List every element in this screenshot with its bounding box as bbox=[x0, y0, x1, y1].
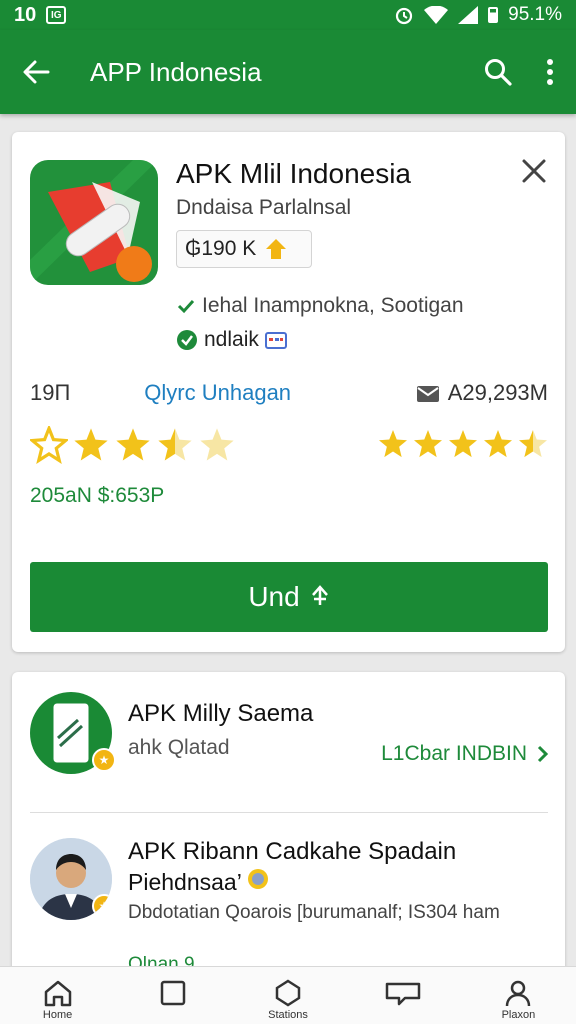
nav-square[interactable] bbox=[115, 967, 230, 1024]
close-icon[interactable] bbox=[521, 158, 547, 184]
notification-icon: IG bbox=[46, 6, 67, 24]
verified-icon bbox=[177, 299, 195, 314]
app-developer[interactable]: Dndaisa Parlalnsal bbox=[176, 196, 351, 220]
related-app-title[interactable]: APK Milly Saema bbox=[128, 700, 313, 728]
chat-icon bbox=[385, 982, 421, 1006]
emoji-icon bbox=[248, 869, 269, 889]
person-icon bbox=[506, 980, 531, 1007]
status-bar: 10 IG 95.1% bbox=[0, 0, 576, 30]
nav-profile[interactable]: Plaxon bbox=[461, 967, 576, 1024]
shield-check-icon bbox=[177, 330, 197, 350]
alarm-icon bbox=[396, 7, 413, 25]
app-detail-card: APK Mlil Indonesia Dndaisa Parlalnsal ₲1… bbox=[12, 132, 565, 652]
app-title: APK Mlil Indonesia bbox=[176, 158, 412, 189]
related-app-title[interactable]: APK Ribann Cadkahe Spadain bbox=[128, 838, 456, 866]
install-label: Und bbox=[248, 581, 300, 612]
chevron-right-icon bbox=[537, 745, 549, 763]
star-icon bbox=[519, 430, 547, 458]
wifi-icon bbox=[424, 6, 449, 24]
related-app-subtitle: ahk Qlatad bbox=[128, 736, 230, 759]
price-chip[interactable]: ₲190 K bbox=[176, 230, 312, 268]
install-button[interactable]: Und bbox=[30, 562, 548, 632]
star-icon bbox=[74, 428, 108, 461]
signal-icon bbox=[458, 6, 479, 24]
rating-stars-secondary bbox=[377, 428, 549, 460]
page-title: APP Indonesia bbox=[90, 56, 262, 87]
star-icon bbox=[30, 426, 68, 464]
star-icon bbox=[449, 430, 477, 458]
bottom-navigation: Home Stations Plaxon bbox=[0, 966, 576, 1024]
nav-chat[interactable] bbox=[346, 967, 461, 1024]
divider bbox=[30, 812, 548, 813]
related-app-link[interactable]: L1Cbar INDBIN bbox=[381, 742, 549, 766]
related-apps-card: ★ APK Milly Saema ahk Qlatad L1Cbar INDB… bbox=[12, 672, 565, 982]
home-icon bbox=[44, 980, 71, 1007]
star-icon bbox=[414, 430, 442, 458]
app-size: A29,293M bbox=[416, 380, 548, 406]
calendar-icon bbox=[264, 332, 287, 349]
download-icon bbox=[311, 585, 328, 605]
related-app-icon[interactable]: ★ bbox=[30, 692, 116, 774]
category-link[interactable]: Qlyrc Unhagan bbox=[144, 380, 291, 406]
star-icon bbox=[200, 428, 234, 461]
review-count: 205aN $:653P bbox=[30, 484, 165, 507]
mail-icon bbox=[416, 386, 439, 402]
more-vert-icon[interactable] bbox=[546, 59, 554, 85]
price-value: ₲190 K bbox=[185, 237, 257, 260]
search-icon[interactable] bbox=[484, 58, 512, 86]
star-badge-icon: ★ bbox=[92, 748, 116, 772]
back-arrow-icon[interactable] bbox=[22, 59, 50, 85]
related-app-subtitle: Piehdnsaa’ bbox=[128, 868, 269, 896]
feature-badge: ndlaik bbox=[176, 328, 287, 352]
app-logo-icon bbox=[30, 160, 158, 285]
feature-line: Iehal Inampnokna, Sootigan bbox=[176, 294, 464, 318]
square-icon bbox=[160, 980, 186, 1006]
nav-stations[interactable]: Stations bbox=[230, 967, 345, 1024]
star-icon bbox=[116, 428, 150, 461]
battery-percent: 95.1% bbox=[508, 4, 562, 25]
nav-home[interactable]: Home bbox=[0, 967, 115, 1024]
upgrade-icon bbox=[266, 239, 287, 259]
download-count: 19П bbox=[30, 380, 71, 405]
star-badge-icon: ★ bbox=[92, 894, 112, 918]
star-icon bbox=[158, 428, 192, 461]
battery-icon bbox=[488, 7, 499, 23]
developer-avatar[interactable]: ★ bbox=[30, 838, 112, 920]
rating-stars bbox=[30, 426, 236, 464]
star-icon bbox=[379, 430, 407, 458]
status-time: 10 bbox=[14, 3, 37, 26]
related-app-description: Dbdotatian Qoarois [burumanalf; IS304 ha… bbox=[128, 902, 500, 923]
app-bar: APP Indonesia bbox=[0, 30, 576, 114]
circle-icon bbox=[275, 979, 301, 1007]
stats-row: 19П Qlyrc Unhagan A29,293M bbox=[30, 380, 548, 406]
star-icon bbox=[484, 430, 512, 458]
